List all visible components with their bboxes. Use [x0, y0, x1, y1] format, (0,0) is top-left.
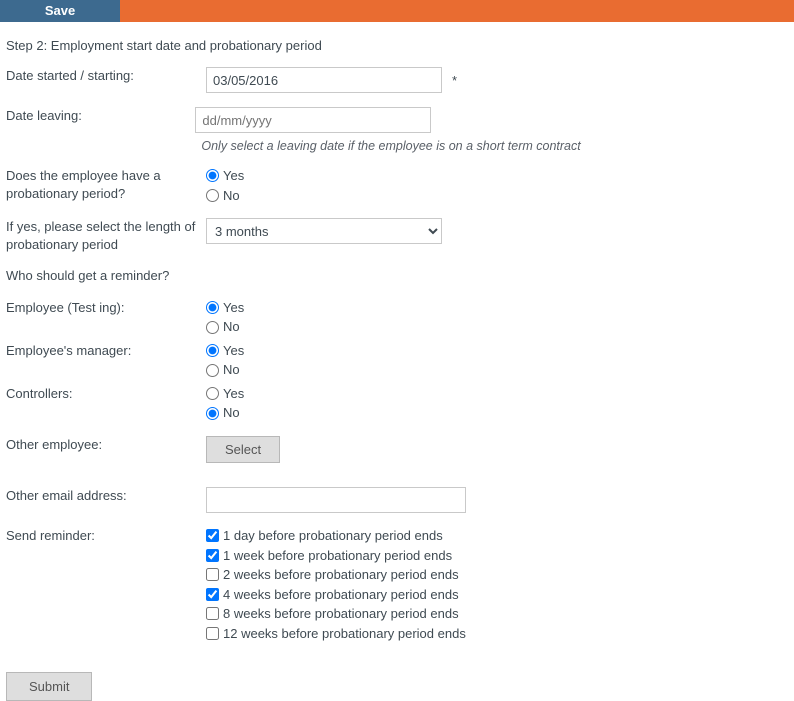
emp-test-no-radio[interactable] [206, 321, 219, 334]
reminder-checkbox-5[interactable] [206, 627, 219, 640]
reminder-label-2: 2 weeks before probationary period ends [223, 566, 459, 584]
label-emp-manager: Employee's manager: [6, 342, 206, 360]
label-probation-length: If yes, please select the length of prob… [6, 218, 206, 253]
controllers-yes-option[interactable]: Yes [206, 385, 244, 403]
controllers-yes-radio[interactable] [206, 387, 219, 400]
label-controllers: Controllers: [6, 385, 206, 403]
label-probation-q: Does the employee have a probationary pe… [6, 167, 206, 202]
label-emp-test: Employee (Test ing): [6, 299, 206, 317]
radio-label-yes: Yes [223, 342, 244, 360]
emp-test-no-option[interactable]: No [206, 318, 244, 336]
label-other-email: Other email address: [6, 487, 206, 505]
emp-test-yes-radio[interactable] [206, 301, 219, 314]
date-started-input[interactable] [206, 67, 442, 93]
radio-label-yes: Yes [223, 299, 244, 317]
probation-no-option[interactable]: No [206, 187, 244, 205]
label-send-reminder: Send reminder: [6, 527, 206, 545]
probation-yes-radio[interactable] [206, 169, 219, 182]
radio-label-yes: Yes [223, 385, 244, 403]
step-title: Step 2: Employment start date and probat… [6, 38, 788, 53]
reminder-option-3[interactable]: 4 weeks before probationary period ends [206, 586, 466, 604]
controllers-no-option[interactable]: No [206, 404, 244, 422]
reminder-label-0: 1 day before probationary period ends [223, 527, 443, 545]
reminder-checkbox-1[interactable] [206, 549, 219, 562]
reminder-checkbox-0[interactable] [206, 529, 219, 542]
radio-label-no: No [223, 318, 240, 336]
probation-length-select[interactable]: 3 months [206, 218, 442, 244]
label-date-leaving: Date leaving: [6, 107, 195, 125]
reminder-option-4[interactable]: 8 weeks before probationary period ends [206, 605, 466, 623]
radio-label-no: No [223, 361, 240, 379]
emp-manager-yes-radio[interactable] [206, 344, 219, 357]
reminder-label-1: 1 week before probationary period ends [223, 547, 452, 565]
emp-manager-no-radio[interactable] [206, 364, 219, 377]
date-leaving-input[interactable] [195, 107, 431, 133]
emp-test-yes-option[interactable]: Yes [206, 299, 244, 317]
header-bar [120, 0, 794, 22]
radio-label-no: No [223, 404, 240, 422]
submit-button[interactable]: Submit [6, 672, 92, 701]
probation-yes-option[interactable]: Yes [206, 167, 244, 185]
reminder-option-0[interactable]: 1 day before probationary period ends [206, 527, 466, 545]
reminder-label-3: 4 weeks before probationary period ends [223, 586, 459, 604]
reminder-option-1[interactable]: 1 week before probationary period ends [206, 547, 466, 565]
reminder-option-2[interactable]: 2 weeks before probationary period ends [206, 566, 466, 584]
label-other-employee: Other employee: [6, 436, 206, 454]
reminder-options: 1 day before probationary period ends 1 w… [206, 527, 466, 642]
reminder-label-4: 8 weeks before probationary period ends [223, 605, 459, 623]
other-email-input[interactable] [206, 487, 466, 513]
date-leaving-hint: Only select a leaving date if the employ… [201, 139, 580, 153]
label-date-started: Date started / starting: [6, 67, 206, 85]
required-asterisk: * [452, 73, 457, 88]
reminder-checkbox-2[interactable] [206, 568, 219, 581]
select-other-employee-button[interactable]: Select [206, 436, 280, 463]
radio-label-no: No [223, 187, 240, 205]
save-button[interactable]: Save [0, 0, 120, 22]
radio-label-yes: Yes [223, 167, 244, 185]
reminder-label-5: 12 weeks before probationary period ends [223, 625, 466, 643]
emp-manager-yes-option[interactable]: Yes [206, 342, 244, 360]
reminder-option-5[interactable]: 12 weeks before probationary period ends [206, 625, 466, 643]
reminder-checkbox-4[interactable] [206, 607, 219, 620]
emp-manager-no-option[interactable]: No [206, 361, 244, 379]
controllers-no-radio[interactable] [206, 407, 219, 420]
label-reminder-q: Who should get a reminder? [6, 267, 177, 285]
reminder-checkbox-3[interactable] [206, 588, 219, 601]
probation-no-radio[interactable] [206, 189, 219, 202]
